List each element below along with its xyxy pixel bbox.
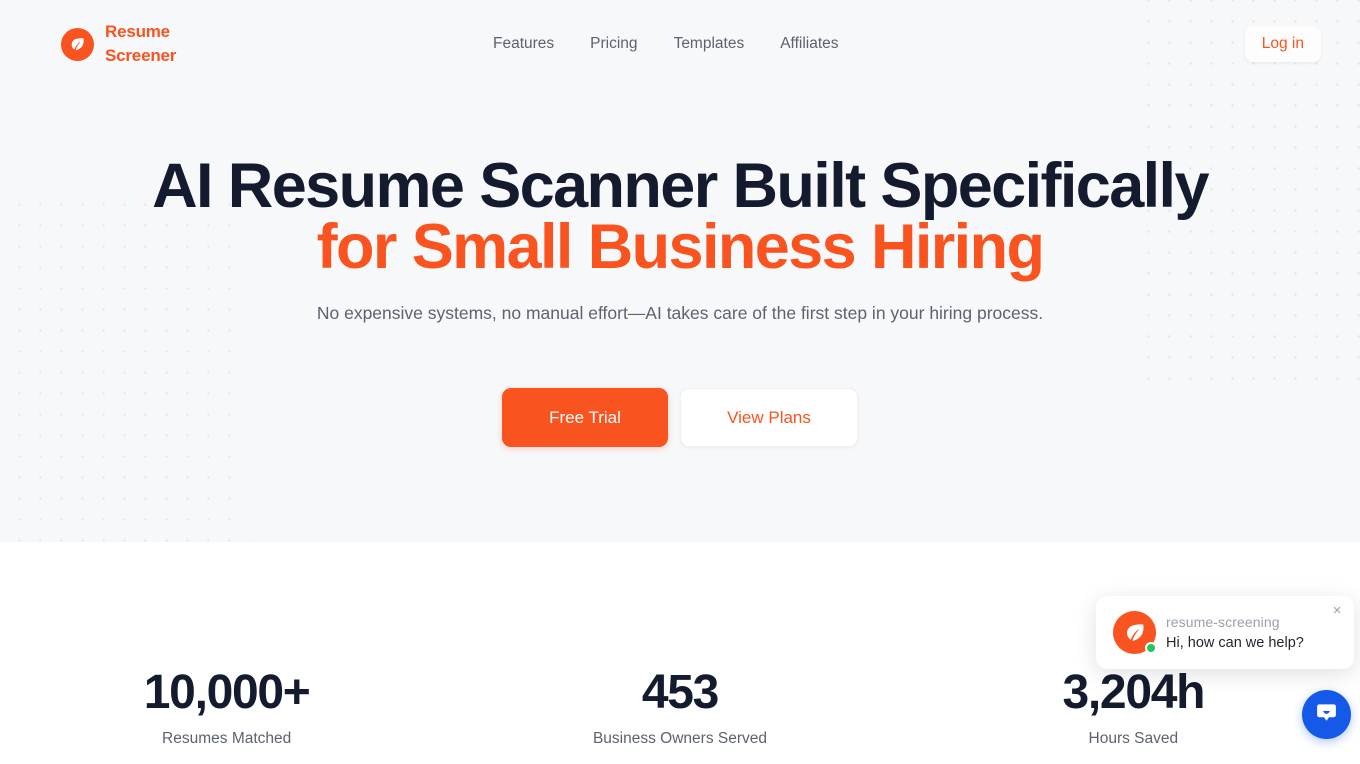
hero-subheadline: No expensive systems, no manual effort—A… <box>316 303 1044 323</box>
nav-link-pricing[interactable]: Pricing <box>590 33 637 55</box>
nav-links: Features Pricing Templates Affiliates <box>493 33 839 55</box>
view-plans-button[interactable]: View Plans <box>680 388 858 447</box>
stat-label: Resumes Matched <box>162 730 292 747</box>
brand-name-line1: Resume <box>105 22 170 41</box>
avatar <box>1113 611 1157 654</box>
stat-label: Business Owners Served <box>592 730 767 747</box>
landing-page: Resume Screener Features Pricing Template… <box>0 0 1360 764</box>
chat-texts: resume-screening Hi, how can we help? <box>1166 612 1341 654</box>
page-title: AI Resume Scanner Built Specifically for… <box>0 155 1360 282</box>
brand-name: Resume Screener <box>105 20 197 68</box>
login-button[interactable]: Log in <box>1244 26 1321 62</box>
chat-title: resume-screening <box>1166 614 1280 630</box>
stat-item: 453 Business Owners Served <box>453 666 906 750</box>
headline-line-1: AI Resume Scanner Built Specifically <box>152 151 1209 221</box>
headline-line-2: for Small Business Hiring <box>316 212 1045 282</box>
close-icon[interactable]: × <box>1327 601 1347 621</box>
nav-link-features[interactable]: Features <box>493 33 554 55</box>
hero-cta-row: Free Trial View Plans <box>0 388 1360 447</box>
top-navigation: Resume Screener Features Pricing Template… <box>0 0 1360 88</box>
stat-value: 10,000+ <box>143 666 311 719</box>
free-trial-button[interactable]: Free Trial <box>502 388 668 447</box>
brand-logo[interactable]: Resume Screener <box>61 20 197 68</box>
stat-item: 10,000+ Resumes Matched <box>0 666 453 750</box>
online-status-dot <box>1145 642 1157 654</box>
nav-link-affiliates[interactable]: Affiliates <box>780 33 838 55</box>
stat-item: 3,204h Hours Saved <box>907 666 1360 750</box>
stat-value: 453 <box>641 666 719 719</box>
chat-bubble-icon <box>1314 701 1339 729</box>
stat-value: 3,204h <box>1062 666 1206 719</box>
brand-name-line2: Screener <box>105 46 177 65</box>
chat-message: Hi, how can we help? <box>1166 635 1304 651</box>
chat-launcher-button[interactable] <box>1302 690 1351 739</box>
nav-link-templates[interactable]: Templates <box>674 33 745 55</box>
leaf-icon <box>61 27 94 61</box>
chat-popup[interactable]: resume-screening Hi, how can we help? × <box>1096 596 1354 669</box>
stat-label: Hours Saved <box>1088 730 1179 747</box>
